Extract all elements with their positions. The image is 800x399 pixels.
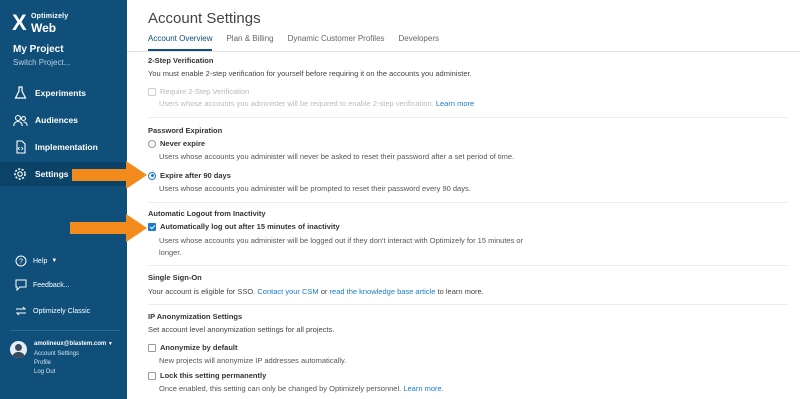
help-label: Help	[33, 257, 48, 265]
section-divider	[148, 265, 788, 266]
auto-logout-label: Automatically log out after 15 minutes o…	[160, 222, 340, 231]
profile-link[interactable]: Profile	[34, 360, 51, 366]
sidebar-item-label: Experiments	[35, 88, 87, 98]
tab-developers[interactable]: Developers	[399, 33, 439, 51]
svg-text:?: ?	[19, 259, 23, 266]
never-expire-option[interactable]: Never expire	[148, 139, 205, 148]
auto-logout-checkbox[interactable]	[148, 222, 156, 231]
sidebar-item-experiments[interactable]: Experiments	[0, 81, 127, 105]
two-step-learn-more-link[interactable]: Learn more	[436, 99, 474, 108]
expire-90-days-label: Expire after 90 days	[160, 171, 231, 180]
optimizely-logo[interactable]: X Optimizely Web	[12, 12, 122, 38]
anonymize-default-label: Anonymize by default	[160, 343, 238, 352]
feedback-link[interactable]: Feedback...	[0, 276, 127, 294]
chevron-down-icon: ▼	[51, 258, 58, 264]
avatar[interactable]	[10, 341, 27, 358]
classic-label: Optimizely Classic	[33, 307, 91, 315]
gear-icon	[12, 166, 28, 182]
ip-anon-heading: IP Anonymization Settings	[148, 312, 243, 321]
page-title: Account Settings	[148, 10, 261, 27]
settings-tabs: Account Overview Plan & Billing Dynamic …	[148, 33, 453, 51]
sidebar-item-label: Implementation	[35, 142, 98, 152]
require-two-step-checkbox[interactable]	[148, 87, 156, 96]
main-content: Account Settings Account Overview Plan &…	[127, 0, 800, 399]
lock-setting-desc: Once enabled, this setting can only be c…	[159, 384, 444, 393]
lock-setting-label: Lock this setting permanently	[160, 371, 267, 380]
expire-90-days-desc: Users whose accounts you administer will…	[159, 184, 471, 193]
switch-arrows-icon	[14, 305, 27, 318]
account-settings-link[interactable]: Account Settings	[34, 351, 79, 357]
kb-article-link[interactable]: read the knowledge base article	[330, 287, 436, 296]
users-icon	[12, 112, 28, 128]
never-expire-radio[interactable]	[148, 139, 156, 148]
ip-anon-text: Set account level anonymization settings…	[148, 325, 335, 334]
lock-setting-checkbox[interactable]	[148, 371, 156, 380]
sso-heading: Single Sign-On	[148, 273, 202, 282]
never-expire-desc: Users whose accounts you administer will…	[159, 152, 515, 161]
code-icon	[12, 139, 28, 155]
sso-text: Your account is eligible for SSO. Contac…	[148, 287, 484, 296]
lock-learn-more-link[interactable]: Learn more.	[403, 384, 443, 393]
optimizely-classic-link[interactable]: Optimizely Classic	[0, 302, 127, 320]
section-divider	[148, 304, 788, 305]
sidebar-item-label: Settings	[35, 169, 69, 179]
section-divider	[148, 117, 788, 118]
password-expiration-heading: Password Expiration	[148, 126, 223, 135]
tab-dynamic-customer-profiles[interactable]: Dynamic Customer Profiles	[288, 33, 385, 51]
logo-product: Web	[31, 21, 57, 35]
expire-90-days-option[interactable]: Expire after 90 days	[148, 171, 231, 180]
never-expire-label: Never expire	[160, 139, 206, 148]
divider	[10, 330, 120, 331]
anonymize-default-option[interactable]: Anonymize by default	[148, 343, 238, 352]
switch-project-link[interactable]: Switch Project...	[13, 58, 70, 67]
two-step-text: You must enable 2-step verification for …	[148, 69, 472, 78]
auto-logout-desc-line2: longer.	[159, 248, 182, 257]
sidebar-item-implementation[interactable]: Implementation	[0, 135, 127, 159]
anonymize-default-checkbox[interactable]	[148, 343, 156, 352]
sidebar-item-label: Audiences	[35, 115, 78, 125]
feedback-icon	[14, 279, 27, 292]
project-name: My Project	[13, 44, 64, 55]
arrow-annotation-icon	[70, 214, 147, 242]
logo-brand: Optimizely	[31, 13, 69, 20]
contact-csm-link[interactable]: Contact your CSM	[257, 287, 318, 296]
expire-90-days-radio[interactable]	[148, 171, 156, 180]
sidebar-item-audiences[interactable]: Audiences	[0, 108, 127, 132]
user-email[interactable]: amolineux@blastem.com ▼	[34, 341, 113, 347]
tab-plan-billing[interactable]: Plan & Billing	[226, 33, 273, 51]
auto-logout-option[interactable]: Automatically log out after 15 minutes o…	[148, 222, 340, 231]
require-two-step-label: Require 2-Step Verification	[160, 87, 250, 96]
help-menu[interactable]: ? Help ▼	[0, 252, 127, 270]
two-step-heading: 2-Step Verification	[148, 56, 214, 65]
auto-logout-heading: Automatic Logout from Inactivity	[148, 209, 266, 218]
require-two-step-desc: Users whose accounts you administer will…	[159, 99, 475, 108]
chevron-down-icon: ▼	[107, 341, 113, 347]
tab-account-overview[interactable]: Account Overview	[148, 33, 213, 51]
feedback-label: Feedback...	[33, 281, 70, 289]
require-two-step-option: Require 2-Step Verification	[148, 87, 249, 96]
help-icon: ?	[14, 255, 27, 268]
auto-logout-desc-line1: Users whose accounts you administer will…	[159, 236, 524, 245]
logout-link[interactable]: Log Out	[34, 369, 55, 375]
sidebar: X Optimizely Web My Project Switch Proje…	[0, 0, 127, 399]
tabs-divider	[127, 51, 800, 52]
anonymize-default-desc: New projects will anonymize IP addresses…	[159, 356, 347, 365]
optimizely-x-icon: X	[12, 10, 27, 35]
section-divider	[148, 202, 788, 203]
arrow-annotation-icon	[72, 161, 147, 189]
flask-icon	[12, 85, 28, 101]
lock-setting-option[interactable]: Lock this setting permanently	[148, 371, 266, 380]
